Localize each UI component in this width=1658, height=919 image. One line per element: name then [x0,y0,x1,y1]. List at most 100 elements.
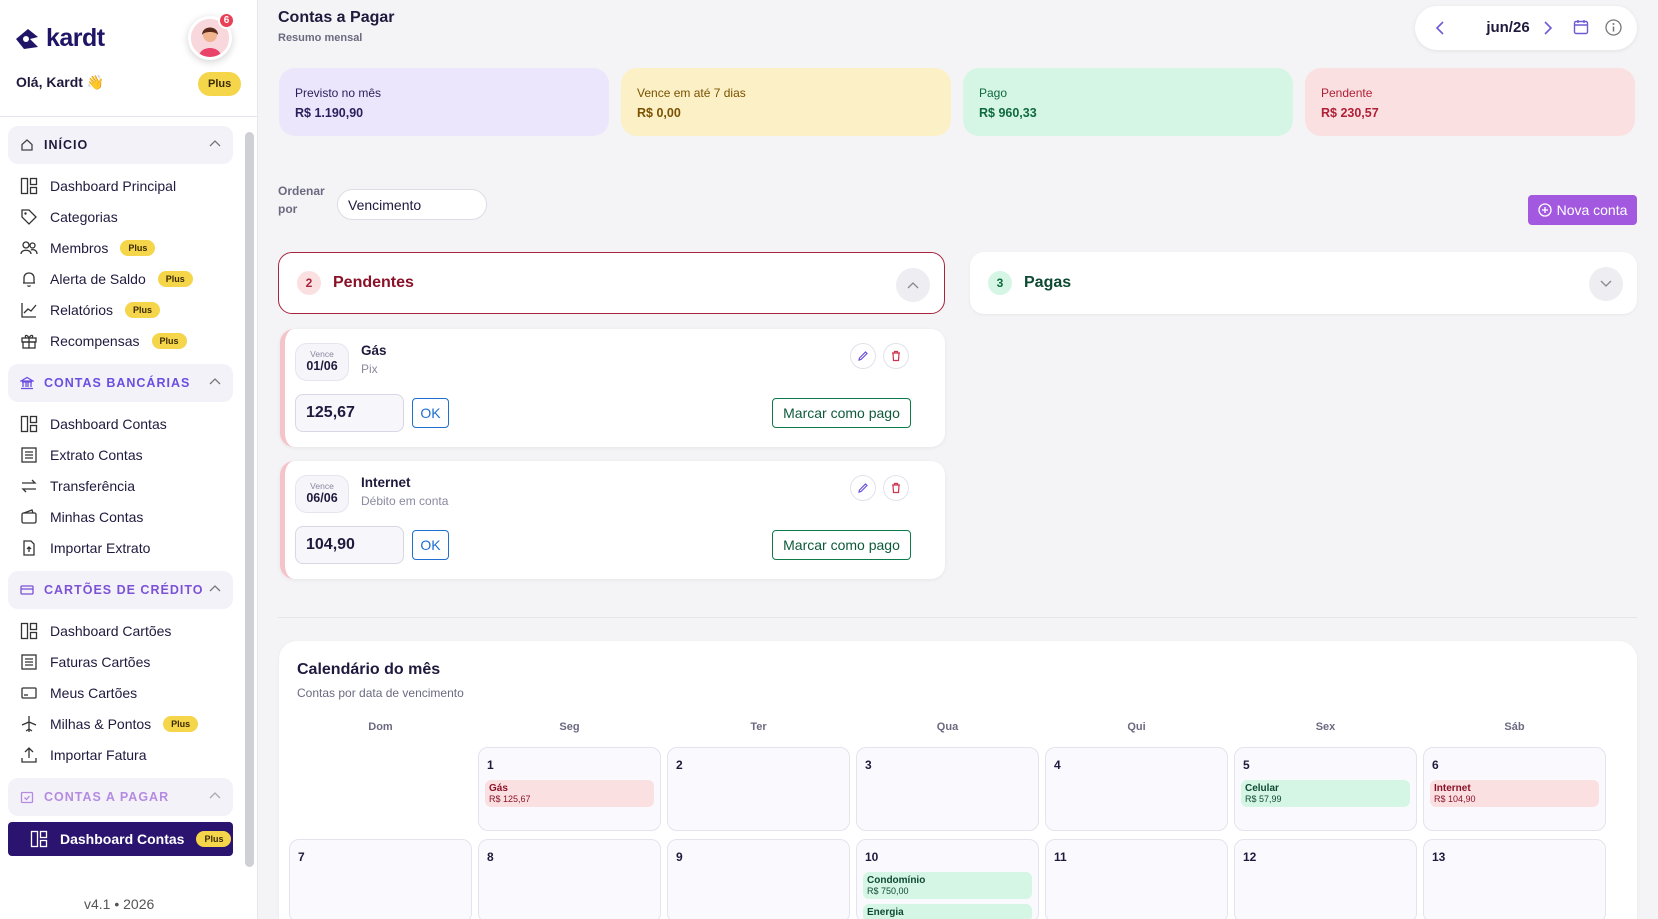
sidebar-item-dashboard-contas[interactable]: Dashboard Contas [8,408,233,439]
event-name: Celular [1245,783,1279,794]
calendar-day[interactable]: 6 Internet R$ 104,90 [1423,747,1606,831]
mark-paid-button[interactable]: Marcar como pago [772,530,911,560]
chevron-right-icon[interactable] [1543,21,1553,35]
sidebar-item-faturas-cartoes[interactable]: Faturas Cartões [8,646,233,677]
sidebar-item-importar-fatura[interactable]: Importar Fatura [8,739,233,770]
new-bill-button[interactable]: Nova conta [1528,195,1637,225]
chevron-up-icon[interactable] [209,377,221,385]
sidebar-item-label: Extrato Contas [50,446,143,463]
calendar-event[interactable]: Energia [863,904,1032,919]
sidebar-item-dashboard-principal[interactable]: Dashboard Principal [8,170,233,201]
calendar-event[interactable]: Gás R$ 125,67 [485,780,654,807]
stat-value: R$ 1.190,90 [295,106,364,120]
sidebar-nav: INÍCIO Dashboard Principal Categorias Me… [8,126,233,876]
sidebar-item-alerta-saldo[interactable]: Alerta de Saldo Plus [8,263,233,294]
sidebar-item-label: Alerta de Saldo [50,270,146,287]
sidebar-item-extrato-contas[interactable]: Extrato Contas [8,439,233,470]
chevron-left-icon[interactable] [1435,21,1445,35]
day-number: 6 [1432,758,1439,772]
calendar-day[interactable]: 13 [1423,839,1606,919]
stat-value: R$ 0,00 [637,106,681,120]
day-number: 2 [676,758,683,772]
calendar-day[interactable]: 5 Celular R$ 57,99 [1234,747,1417,831]
calendar-day[interactable]: 1 Gás R$ 125,67 [478,747,661,831]
calendar-icon[interactable] [1573,19,1589,35]
notification-badge[interactable]: 6 [218,12,235,29]
current-month[interactable]: jun/26 [1473,19,1543,36]
plus-badge: Plus [120,239,156,256]
chevron-up-icon[interactable] [209,791,221,799]
chart-line-icon [21,302,37,318]
section-contas-a-pagar[interactable]: CONTAS A PAGAR [8,778,233,816]
delete-button[interactable] [883,475,909,501]
mark-paid-button[interactable]: Marcar como pago [772,398,911,428]
calendar-title: Calendário do mês [297,661,441,678]
section-title: CONTAS BANCÁRIAS [44,376,191,390]
sidebar-item-categorias[interactable]: Categorias [8,201,233,232]
sidebar-item-label: Categorias [50,208,118,225]
calendar-day[interactable]: 8 [478,839,661,919]
ok-button[interactable]: OK [412,530,449,560]
info-icon[interactable] [1605,19,1622,36]
calendar-day[interactable]: 12 [1234,839,1417,919]
calendar-event[interactable]: Celular R$ 57,99 [1241,780,1410,807]
sidebar: kardt 6 Olá, Kardt 👋 Plus INÍCIO Dashboa… [0,0,258,919]
bell-icon [23,271,35,287]
plus-badge: Plus [163,715,199,732]
brand[interactable]: kardt [14,24,105,53]
calendar-day[interactable]: 11 [1045,839,1228,919]
expand-paid-button[interactable] [1589,267,1623,301]
sidebar-item-transferencia[interactable]: Transferência [8,470,233,501]
pending-title: Pendentes [333,274,414,291]
sidebar-item-meus-cartoes[interactable]: Meus Cartões [8,677,233,708]
plan-badge[interactable]: Plus [198,72,242,96]
calendar-day[interactable]: 7 [289,839,472,919]
sidebar-item-dashboard-contas-pagar[interactable]: Dashboard Contas Plus [8,822,233,856]
event-name: Gás [489,783,508,794]
edit-button[interactable] [850,343,876,369]
gift-icon [21,334,37,349]
calendar-day[interactable]: 4 [1045,747,1228,831]
chevron-up-icon [907,282,919,289]
page-subtitle: Resumo mensal [278,32,363,44]
stat-label: Previsto no mês [295,86,382,100]
sidebar-item-membros[interactable]: Membros Plus [8,232,233,263]
day-number: 5 [1243,758,1250,772]
sidebar-item-recompensas[interactable]: Recompensas Plus [8,325,233,356]
pending-panel-header[interactable]: 2 Pendentes [278,252,945,314]
sidebar-item-relatorios[interactable]: Relatórios Plus [8,294,233,325]
sidebar-item-label: Meus Cartões [50,684,138,701]
chevron-up-icon[interactable] [209,584,221,592]
event-name: Condomínio [867,875,926,886]
collapse-pending-button[interactable] [896,268,930,302]
section-cartoes[interactable]: CARTÕES DE CRÉDITO [8,571,233,609]
sidebar-item-importar-extrato[interactable]: Importar Extrato [8,532,233,563]
calendar-event[interactable]: Internet R$ 104,90 [1430,780,1599,807]
sidebar-item-minhas-contas[interactable]: Minhas Contas [8,501,233,532]
section-inicio[interactable]: INÍCIO [8,126,233,164]
plane-icon [21,715,37,732]
paid-title: Pagas [1024,274,1072,291]
calendar-event[interactable]: Condomínio R$ 750,00 [863,872,1032,899]
calendar-day[interactable]: 9 [667,839,850,919]
calendar-day[interactable]: 10 Condomínio R$ 750,00 Energia [856,839,1039,919]
calendar-day[interactable]: 2 [667,747,850,831]
due-label: Vence [310,481,334,491]
calendar-day[interactable]: 3 [856,747,1039,831]
delete-button[interactable] [883,343,909,369]
weekday-qui: Qui [1127,721,1146,733]
paid-panel-header[interactable]: 3 Pagas [970,252,1637,314]
sidebar-item-milhas-pontos[interactable]: Milhas & Pontos Plus [8,708,233,739]
amount-input[interactable]: 104,90 [295,526,404,564]
amount-input[interactable]: 125,67 [295,394,404,432]
sidebar-item-dashboard-cartoes[interactable]: Dashboard Cartões [8,615,233,646]
sidebar-item-label: Faturas Cartões [50,653,151,670]
sidebar-scrollbar[interactable] [245,132,254,867]
event-amount: R$ 57,99 [1245,794,1282,804]
section-contas-bancarias[interactable]: CONTAS BANCÁRIAS [8,364,233,402]
chevron-up-icon[interactable] [209,139,221,147]
ok-button[interactable]: OK [412,398,449,428]
order-select[interactable]: Vencimento [337,189,487,220]
section-title: CARTÕES DE CRÉDITO [44,583,204,597]
edit-button[interactable] [850,475,876,501]
